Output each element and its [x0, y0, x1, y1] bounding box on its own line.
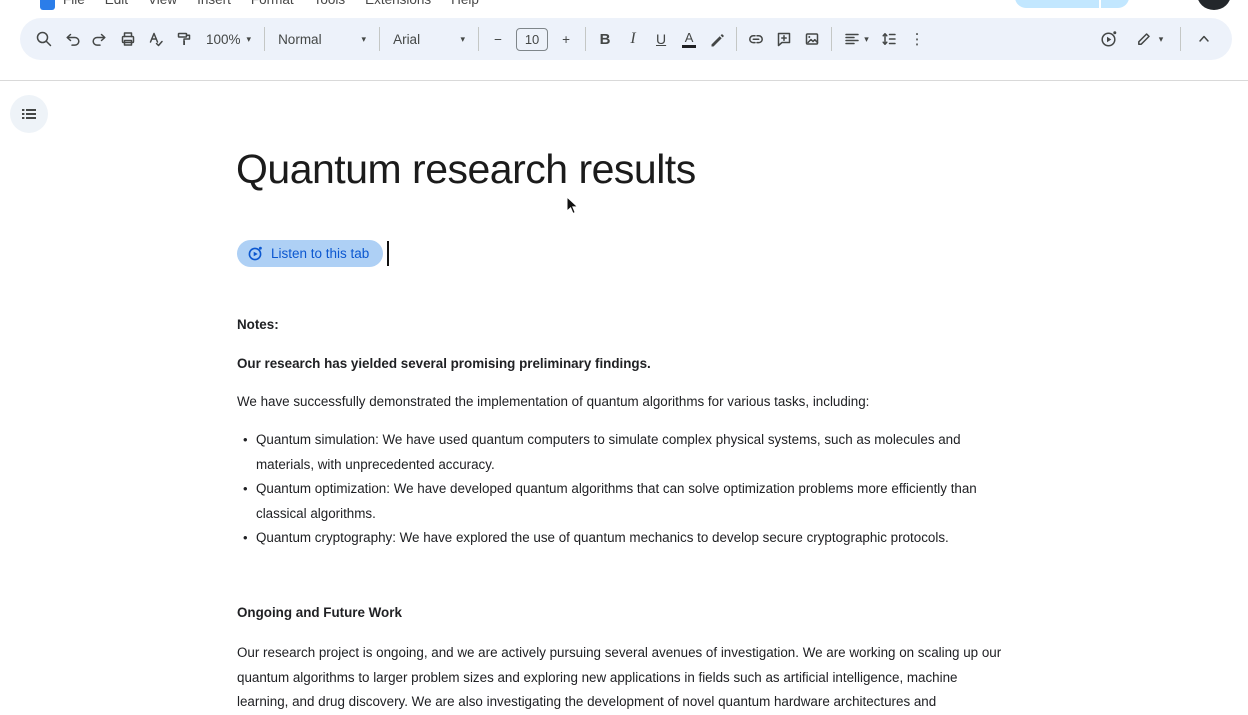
paint-format-icon	[175, 30, 193, 48]
intro-paragraph: We have successfully demonstrated the im…	[237, 390, 1003, 415]
align-button[interactable]: ▾	[837, 25, 875, 53]
chevron-down-icon: ▾	[362, 34, 367, 45]
insert-link-button[interactable]	[742, 25, 770, 53]
toolbar-divider	[831, 27, 832, 51]
underline-icon: U	[656, 31, 666, 47]
print-icon	[119, 30, 137, 48]
insert-link-icon	[747, 30, 765, 48]
undo-icon	[63, 30, 81, 48]
paragraph-style-select[interactable]: Normal ▾	[270, 25, 374, 53]
decrease-font-size-button[interactable]: −	[484, 25, 512, 53]
outline-list-icon	[19, 104, 39, 124]
menu-file[interactable]: File	[60, 0, 88, 10]
future-work-paragraph: Our research project is ongoing, and we …	[237, 641, 1003, 715]
spellcheck-button[interactable]	[142, 25, 170, 53]
listen-icon	[1099, 29, 1119, 49]
italic-button[interactable]: I	[619, 25, 647, 53]
paragraph-style-value: Normal	[278, 32, 322, 47]
insert-image-button[interactable]	[798, 25, 826, 53]
text-color-icon: A	[682, 31, 696, 48]
avatar[interactable]	[1197, 0, 1231, 10]
notes-heading: Notes:	[237, 317, 1003, 333]
more-options-button[interactable]: ⋮	[903, 25, 931, 53]
menu-format[interactable]: Format	[248, 0, 297, 10]
search-icon	[35, 30, 53, 48]
mouse-cursor	[566, 196, 580, 221]
print-button[interactable]	[114, 25, 142, 53]
menu-insert[interactable]: Insert	[194, 0, 234, 10]
redo-icon	[91, 30, 109, 48]
chevron-down-icon: ▾	[864, 34, 869, 45]
toolbar: 100% ▾ Normal ▾ Arial ▾ − 10 + B I U A ▾…	[20, 18, 1232, 60]
text-cursor-caret	[387, 241, 389, 266]
font-size-value: 10	[525, 32, 539, 47]
font-family-value: Arial	[393, 32, 420, 47]
bold-icon: B	[600, 31, 611, 48]
add-comment-button[interactable]	[770, 25, 798, 53]
zoom-select[interactable]: 100% ▾	[198, 25, 259, 53]
chevron-down-icon: ▾	[461, 34, 466, 45]
editing-mode-pencil-icon	[1135, 30, 1153, 48]
chevron-down-icon: ▾	[247, 34, 252, 45]
share-split-divider	[1099, 0, 1101, 8]
listen-button-label: Listen to this tab	[271, 246, 369, 261]
share-button[interactable]	[1015, 0, 1129, 8]
bullet-list: Quantum simulation: We have used quantum…	[237, 428, 1003, 551]
toolbar-divider	[585, 27, 586, 51]
toolbar-divider	[1180, 27, 1181, 51]
search-button[interactable]	[30, 25, 58, 53]
bullet-item-quantum-simulation: Quantum simulation: We have used quantum…	[237, 428, 1003, 477]
underline-button[interactable]: U	[647, 25, 675, 53]
increase-font-size-button[interactable]: +	[552, 25, 580, 53]
menu-edit[interactable]: Edit	[102, 0, 131, 10]
header-divider	[0, 80, 1248, 81]
font-family-select[interactable]: Arial ▾	[385, 25, 473, 53]
document-title[interactable]: Quantum research results	[236, 144, 696, 195]
plus-icon: +	[562, 32, 570, 47]
text-color-button[interactable]: A	[675, 25, 703, 53]
spellcheck-icon	[147, 30, 165, 48]
menu-bar: File Edit View Insert Format Tools Exten…	[0, 0, 1248, 10]
zoom-value: 100%	[206, 32, 241, 47]
document-outline-button[interactable]	[10, 95, 48, 133]
findings-heading: Our research has yielded several promisi…	[237, 356, 1003, 372]
bold-button[interactable]: B	[591, 25, 619, 53]
toolbar-divider	[478, 27, 479, 51]
bullet-item-quantum-cryptography: Quantum cryptography: We have explored t…	[237, 526, 1003, 551]
chevron-up-icon	[1196, 31, 1212, 47]
undo-button[interactable]	[58, 25, 86, 53]
more-vertical-icon: ⋮	[910, 30, 925, 48]
italic-icon: I	[630, 30, 635, 48]
future-work-heading: Ongoing and Future Work	[237, 605, 1003, 621]
line-spacing-icon	[880, 30, 898, 48]
menu-extensions[interactable]: Extensions	[362, 0, 434, 10]
toolbar-divider	[379, 27, 380, 51]
chevron-down-icon: ▾	[1159, 34, 1164, 45]
editing-mode-button[interactable]: ▾	[1127, 25, 1171, 53]
toolbar-divider	[736, 27, 737, 51]
hide-menus-button[interactable]	[1190, 25, 1218, 53]
insert-image-icon	[803, 30, 821, 48]
toolbar-divider	[264, 27, 265, 51]
listen-to-tab-toolbar-button[interactable]	[1095, 25, 1123, 53]
listen-play-icon	[247, 245, 264, 262]
menu-tools[interactable]: Tools	[311, 0, 349, 10]
menu-help[interactable]: Help	[448, 0, 482, 10]
line-spacing-button[interactable]	[875, 25, 903, 53]
paint-format-button[interactable]	[170, 25, 198, 53]
font-size-input[interactable]: 10	[516, 28, 548, 51]
bullet-item-quantum-optimization: Quantum optimization: We have developed …	[237, 477, 1003, 526]
docs-logo-icon[interactable]	[40, 0, 55, 10]
add-comment-icon	[775, 30, 793, 48]
align-left-icon	[843, 30, 861, 48]
redo-button[interactable]	[86, 25, 114, 53]
highlighter-pen-icon	[708, 30, 726, 48]
highlight-color-button[interactable]	[703, 25, 731, 53]
listen-to-this-tab-button[interactable]: Listen to this tab	[237, 240, 383, 267]
minus-icon: −	[494, 32, 502, 47]
menu-view[interactable]: View	[145, 0, 180, 10]
